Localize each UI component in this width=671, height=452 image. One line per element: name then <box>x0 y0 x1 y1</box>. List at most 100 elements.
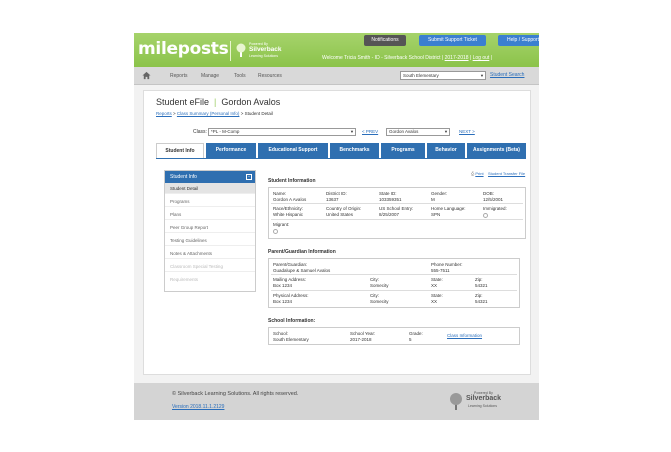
main-nav: Reports Manage Tools Resources South Ele… <box>134 67 539 85</box>
submit-support-ticket-button[interactable]: Submit Support Ticket <box>419 35 486 46</box>
next-student-link[interactable]: NEXT > <box>459 129 475 134</box>
tab-student-info[interactable]: Student Info <box>156 143 204 158</box>
tree-icon <box>450 393 462 410</box>
tab-programs[interactable]: Programs <box>381 143 425 158</box>
immigrated-field: Immigrated: <box>483 206 507 218</box>
page-title-text: Student eFile <box>156 97 210 107</box>
print-links: ⎙ Print Student Transfer File <box>471 171 525 176</box>
school-select-value: South Elementary <box>403 73 439 78</box>
student-transfer-file-link[interactable]: Student Transfer File <box>488 171 525 176</box>
breadcrumb: Reports > Class Summary (Personal Info) … <box>156 111 273 116</box>
help-support-button[interactable]: Help / Support <box>498 35 539 46</box>
class-information-link[interactable]: Class Information <box>447 333 482 339</box>
mailing-state-field: State: XX <box>431 277 443 288</box>
student-select-value: Gordon Avalos <box>389 129 419 134</box>
student-select[interactable]: Gordon Avalos ▼ <box>386 128 450 136</box>
tree-icon <box>236 43 246 57</box>
copyright-text: © Silverback Learning Solutions. All rig… <box>172 391 299 397</box>
silverback-logo: Powered By Silverback Learning Solutions <box>235 41 295 61</box>
school-field: School: South Elementary <box>273 331 309 342</box>
chevron-down-icon: ▼ <box>480 73 484 78</box>
student-info-sidebar: Student Info − Student Detail Programs P… <box>164 170 256 292</box>
migrant-indicator <box>273 228 278 234</box>
prev-student-link[interactable]: < PREV <box>362 129 378 134</box>
us-school-entry-field: US School Entry: 8/25/2007 <box>379 206 414 217</box>
welcome-text: Welcome Tricia Smith - ID - Silverback S… <box>322 55 444 61</box>
mileposts-logo[interactable]: mileposts <box>138 39 229 59</box>
mailing-zip-field: Zip: 54321 <box>475 277 488 288</box>
sidebar-item-peer-group-report[interactable]: Peer Group Report <box>165 222 255 233</box>
home-language-field: Home Language: SPN <box>431 206 466 217</box>
mailing-city-field: City: Somecity <box>370 277 389 288</box>
sidebar-item-requirements: Requirements <box>170 277 199 282</box>
home-icon[interactable] <box>142 71 151 80</box>
version-link[interactable]: Version 2018.11.1.2129 <box>172 404 224 410</box>
tab-educational-support[interactable]: Educational Support <box>258 143 328 158</box>
sidebar-item-testing-guidelines[interactable]: Testing Guidelines <box>165 235 255 246</box>
app-frame: mileposts Powered By Silverback Learning… <box>134 33 539 420</box>
student-name-title: Gordon Avalos <box>221 97 281 107</box>
footer-silverback-tagline: Learning Solutions <box>468 404 497 408</box>
main-content: Student eFile | Gordon Avalos Reports > Cl… <box>143 90 531 375</box>
district-id-field: District ID: 13637 <box>326 191 347 202</box>
dob-field: DOB: 12/5/2001 <box>483 191 504 202</box>
school-year-field: School Year: 2017-2018 <box>350 331 376 342</box>
logout-link[interactable]: Log out <box>473 55 490 61</box>
guardian-info-box: Parent/Guardian: Guadalupe & Samuel Avalo… <box>268 258 520 308</box>
page-title: Student eFile | Gordon Avalos <box>156 97 281 107</box>
breadcrumb-current: > Student Detail <box>240 111 273 116</box>
footer: © Silverback Learning Solutions. All rig… <box>134 383 539 420</box>
grade-field: Grade: 5 <box>409 331 423 342</box>
welcome-bar: Welcome Tricia Smith - ID - Silverback S… <box>322 55 493 61</box>
country-of-origin-field: Country of Origin: United States <box>326 206 362 217</box>
sidebar-item-classroom-special-testing: Classroom Special Testing <box>165 261 255 272</box>
guardian-field: Parent/Guardian: Guadalupe & Samuel Avalo… <box>273 262 331 273</box>
name-field: Name: Gordon A Avalos <box>273 191 307 202</box>
silverback-name: Silverback <box>249 46 282 53</box>
breadcrumb-class-summary[interactable]: Class Summary (Personal Info) <box>177 111 240 116</box>
class-select[interactable]: *PL - M-Comp ▼ <box>208 128 356 136</box>
mailing-address-field: Mailing Address: Box 1234 <box>273 277 307 288</box>
sidebar-header-label: Student Info <box>170 174 197 180</box>
school-info-box: School: South Elementary School Year: 2017… <box>268 327 520 345</box>
nav-resources[interactable]: Resources <box>258 73 282 79</box>
nav-manage[interactable]: Manage <box>201 73 219 79</box>
guardian-info-title: Parent/Guardian Information <box>268 249 336 255</box>
school-info-title: School Information: <box>268 318 316 324</box>
physical-state-field: State: XX <box>431 293 443 304</box>
gender-field: Gender: M <box>431 191 448 202</box>
immigrated-indicator <box>483 212 488 218</box>
chevron-down-icon: ▼ <box>350 129 354 134</box>
chevron-down-icon: ▼ <box>444 129 448 134</box>
breadcrumb-reports[interactable]: Reports <box>156 111 172 116</box>
student-search-link[interactable]: Student Search <box>490 72 524 78</box>
nav-tools[interactable]: Tools <box>234 73 246 79</box>
race-ethnicity-field: Race/Ethnicity: White Hispanic <box>273 206 304 217</box>
sidebar-item-notes-attachments[interactable]: Notes & Attachments <box>165 248 255 259</box>
footer-silverback-logo: Powered By Silverback Learning Solutions <box>448 390 518 412</box>
sidebar-item-plans[interactable]: Plans <box>165 209 255 220</box>
migrant-field: Migrant: <box>273 222 289 234</box>
sidebar-item-student-detail[interactable]: Student Detail <box>165 183 255 194</box>
school-year-link[interactable]: 2017-2018 <box>445 55 469 61</box>
physical-zip-field: Zip: 54321 <box>475 293 488 304</box>
nav-reports[interactable]: Reports <box>170 73 188 79</box>
physical-address-field: Physical Address: Box 1234 <box>273 293 309 304</box>
footer-silverback-name: Silverback <box>466 395 502 402</box>
notifications-button[interactable]: Notifications <box>364 35 406 46</box>
print-link[interactable]: Print <box>475 171 483 176</box>
collapse-icon[interactable]: − <box>246 174 252 180</box>
school-select[interactable]: South Elementary ▼ <box>400 71 486 80</box>
class-label: Class: <box>193 129 207 135</box>
phone-field: Phone Number: 555-7511 <box>431 262 463 273</box>
silverback-tagline: Learning Solutions <box>249 54 278 58</box>
tab-benchmarks[interactable]: Benchmarks <box>330 143 379 158</box>
state-id-field: State ID: 103359351 <box>379 191 402 202</box>
logo-divider <box>230 41 231 61</box>
tab-performance[interactable]: Performance <box>206 143 256 158</box>
tab-behavior[interactable]: Behavior <box>427 143 465 158</box>
student-info-title: Student Information <box>268 178 316 184</box>
tab-assignments[interactable]: Assignments (Beta) <box>467 143 526 158</box>
sidebar-item-programs[interactable]: Programs <box>165 196 255 207</box>
tab-bar: Student Info Performance Educational Sup… <box>156 143 526 158</box>
